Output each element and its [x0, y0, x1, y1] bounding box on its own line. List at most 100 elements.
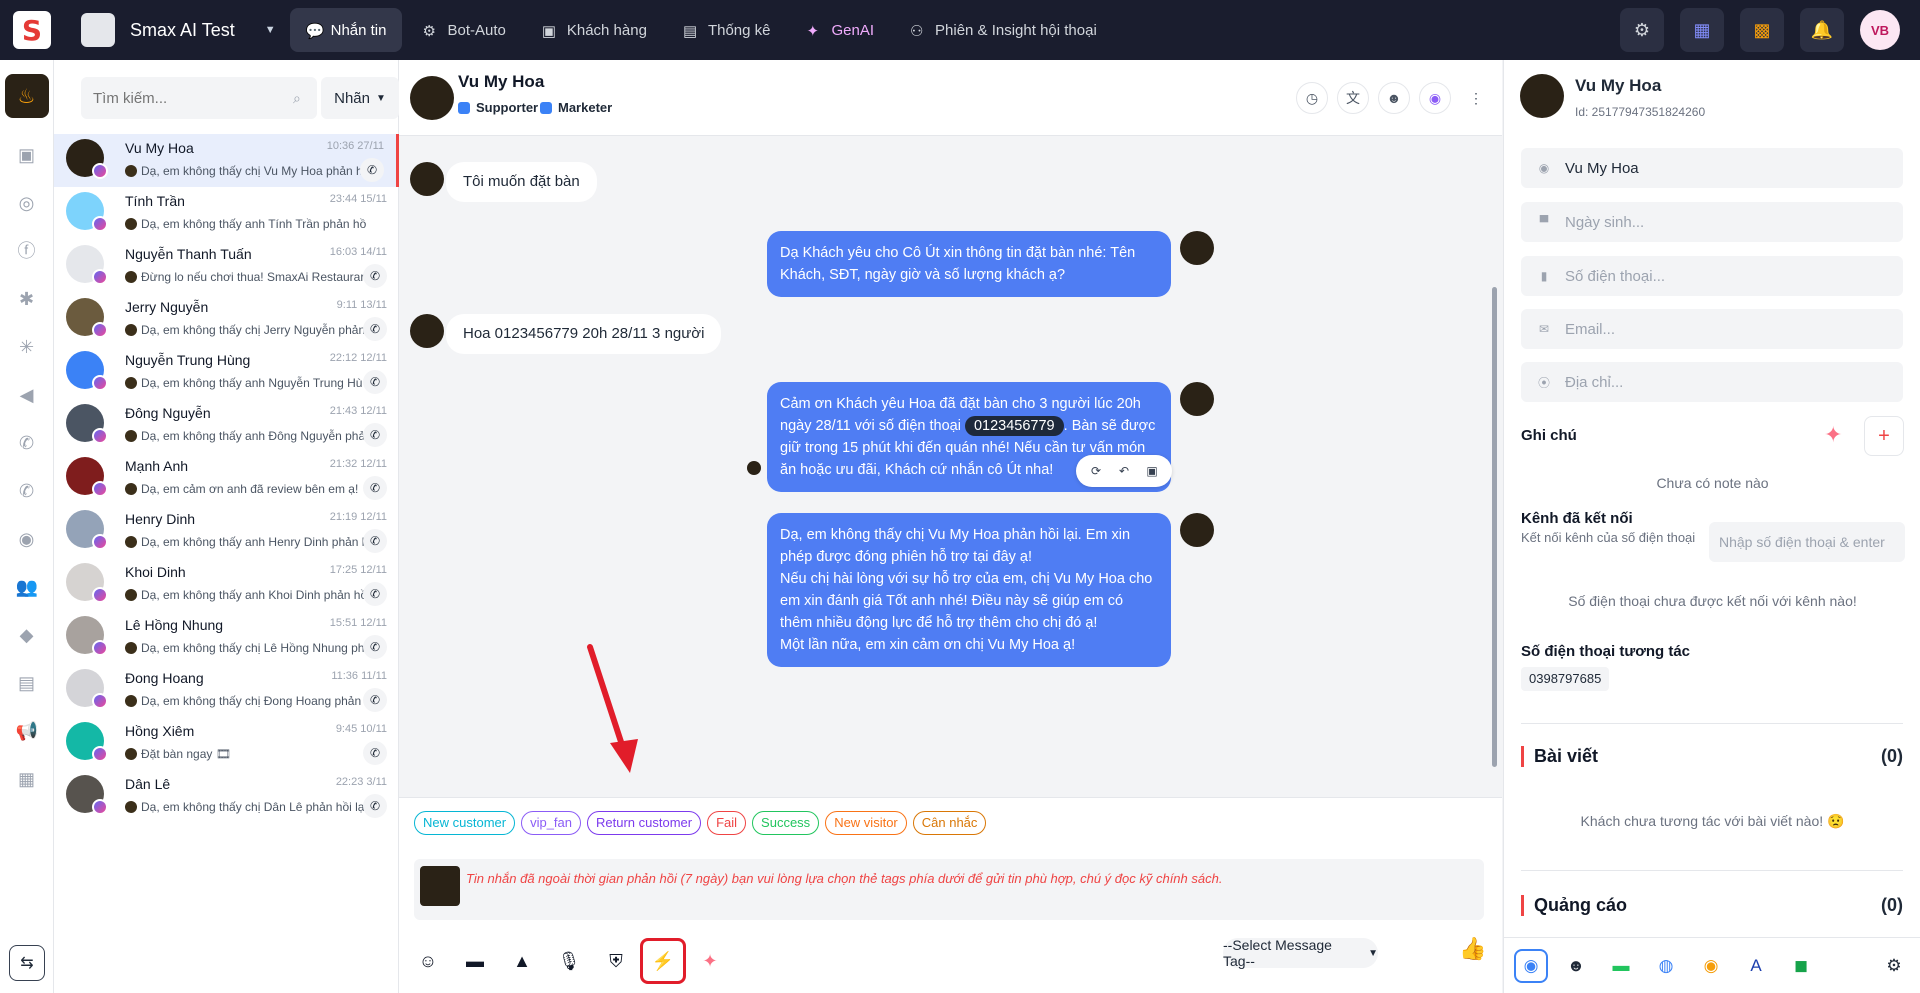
quick-tag[interactable]: Return customer: [587, 811, 702, 835]
call-button[interactable]: ✆: [363, 582, 387, 606]
conversation-item[interactable]: Lê Hồng Nhung 15:51 12/11 Dạ, em không thấ…: [54, 611, 399, 664]
workspace-switch-button[interactable]: ⇆: [9, 945, 45, 981]
image-button[interactable]: ▲: [503, 942, 541, 980]
tag-icon[interactable]: ◆: [16, 624, 38, 646]
call-button[interactable]: ✆: [363, 794, 387, 818]
message-input[interactable]: Tin nhắn đã ngoài thời gian phản hồi (7 …: [414, 859, 1484, 920]
call-button[interactable]: ✆: [363, 741, 387, 765]
tab-ai-bot[interactable]: ◍: [1649, 949, 1683, 983]
flash-button[interactable]: ⚡: [640, 938, 686, 984]
voice-button[interactable]: 🎙: [550, 942, 588, 980]
notifications-button[interactable]: 🔔: [1800, 8, 1844, 52]
quick-reply-button[interactable]: ▬: [456, 942, 494, 980]
call-button[interactable]: ✆: [363, 635, 387, 659]
bot-toggle-button[interactable]: ☻: [1378, 82, 1410, 114]
conversation-item[interactable]: Nguyễn Trung Hùng 22:12 12/11 Dạ, em không…: [54, 346, 399, 399]
translate-button[interactable]: 文: [1337, 82, 1369, 114]
ai-assist-button[interactable]: ✦: [691, 942, 729, 980]
eye-icon[interactable]: ◉: [16, 528, 38, 550]
conversation-item[interactable]: Tính Trần 23:44 15/11 Dạ, em không thấy an…: [54, 187, 399, 240]
conversation-item[interactable]: Nguyễn Thanh Tuấn 16:03 14/11 Đừng lo nếu …: [54, 240, 399, 293]
label-filter-button[interactable]: Nhãn ▼: [321, 77, 399, 119]
conversation-item[interactable]: Khoi Dinh 17:25 12/11 Dạ, em không thấy an…: [54, 558, 399, 611]
call-button[interactable]: ✆: [363, 264, 387, 288]
document-icon[interactable]: ▤: [16, 672, 38, 694]
broadcast-icon[interactable]: ◀: [16, 384, 38, 406]
user-avatar[interactable]: VB: [1860, 10, 1900, 50]
call-button[interactable]: ✆: [363, 423, 387, 447]
nav-insight[interactable]: ⚇ Phiên & Insight hội thoại: [894, 8, 1113, 52]
phone-value[interactable]: 0398797685: [1521, 667, 1610, 691]
conversation-item[interactable]: Đong Hoang 11:36 11/11 Dạ, em không thấy c…: [54, 664, 399, 717]
bot-icon[interactable]: ▣: [16, 144, 38, 166]
facebook-icon[interactable]: ⓕ: [16, 240, 38, 262]
conversation-item[interactable]: Jerry Nguyễn 9:11 13/11 Dạ, em không thấy …: [54, 293, 399, 346]
ai-icon[interactable]: ✱: [16, 288, 38, 310]
megaphone-icon[interactable]: 📢: [16, 720, 38, 742]
more-button[interactable]: ⋮: [1460, 82, 1492, 114]
address-field[interactable]: ⦿ Địa chỉ...: [1521, 362, 1903, 402]
call-button[interactable]: ✆: [363, 529, 387, 553]
conversation-item[interactable]: Đông Nguyễn 21:43 12/11 Dạ, em không thấy …: [54, 399, 399, 452]
search-input[interactable]: [93, 89, 293, 107]
message-tag-select[interactable]: --Select Message Tag-- ▼: [1223, 937, 1378, 969]
tab-bot[interactable]: ☻: [1559, 949, 1593, 983]
quick-tag[interactable]: Success: [752, 811, 820, 835]
users-icon[interactable]: 👥: [16, 576, 38, 598]
tag-supporter[interactable]: Supporter: [458, 100, 538, 115]
phone-chip[interactable]: 0123456779: [964, 416, 1064, 436]
image-icon[interactable]: ▣: [1138, 459, 1166, 483]
panel-settings-button[interactable]: ⚙: [1877, 949, 1911, 983]
quick-tag[interactable]: Fail: [707, 811, 747, 835]
history-button[interactable]: ◷: [1296, 82, 1328, 114]
birthday-field[interactable]: ▀ Ngày sinh...: [1521, 202, 1903, 242]
call-button[interactable]: ✆: [363, 370, 387, 394]
channel-phone-input[interactable]: Nhập số điện thoại & enter: [1709, 522, 1905, 562]
phone-icon[interactable]: ✆: [16, 432, 38, 454]
tab-insight[interactable]: ◉: [1694, 949, 1728, 983]
email-field[interactable]: ✉ Email...: [1521, 309, 1903, 349]
shield-button[interactable]: ⛨: [597, 942, 635, 980]
quick-tag[interactable]: vip_fan: [521, 811, 581, 835]
messenger-icon[interactable]: ◎: [16, 192, 38, 214]
gift-button[interactable]: ▩: [1740, 8, 1784, 52]
like-button[interactable]: 👍: [1459, 936, 1486, 962]
nav-genai[interactable]: ✦ GenAI: [790, 8, 890, 52]
tag-marketer[interactable]: Marketer: [540, 100, 612, 115]
chevron-down-icon[interactable]: ▼: [265, 24, 276, 36]
emoji-button[interactable]: ☺: [409, 942, 447, 980]
reply-icon[interactable]: ↶: [1110, 459, 1138, 483]
chat-avatar[interactable]: [410, 76, 454, 120]
call-button[interactable]: ✆: [360, 158, 384, 182]
call-button[interactable]: ✆: [363, 317, 387, 341]
quick-tag[interactable]: Cân nhắc: [912, 811, 987, 835]
name-field[interactable]: ◉ Vu My Hoa: [1521, 148, 1903, 188]
refresh-icon[interactable]: ⟳: [1082, 459, 1110, 483]
messenger-button[interactable]: ◉: [1419, 82, 1451, 114]
tab-shopify[interactable]: ◼: [1784, 949, 1818, 983]
calendar-icon[interactable]: ▦: [16, 768, 38, 790]
conversation-item[interactable]: Dân Lê 22:23 3/11 Dạ, em không thấy chị Dâ…: [54, 770, 399, 823]
call-button[interactable]: ✆: [363, 476, 387, 500]
nav-bot-auto[interactable]: ⚙ Bot-Auto: [406, 8, 521, 52]
tab-chat[interactable]: ▬: [1604, 949, 1638, 983]
tab-app-a[interactable]: A: [1739, 949, 1773, 983]
conversation-item[interactable]: Hồng Xiêm 9:45 10/11 Đặt bàn ngay 🎞 ✆: [54, 717, 399, 770]
conversation-item[interactable]: Mạnh Anh 21:32 12/11 Dạ, em cảm ơn anh đã …: [54, 452, 399, 505]
add-note-button[interactable]: +: [1864, 416, 1904, 456]
asterisk-icon[interactable]: ✳: [16, 336, 38, 358]
call-button[interactable]: ✆: [363, 688, 387, 712]
search-box[interactable]: ⌕: [81, 77, 317, 119]
phone-settings-icon[interactable]: ✆: [16, 480, 38, 502]
nav-statistics[interactable]: ▤ Thống kê: [667, 8, 787, 52]
page-logo[interactable]: ♨: [4, 74, 49, 118]
phone-field[interactable]: ▮ Số điện thoại...: [1521, 256, 1903, 296]
conversation-item[interactable]: Vu My Hoa 10:36 27/11 Dạ, em không thấy ch…: [54, 134, 399, 187]
apps-button[interactable]: ▦: [1680, 8, 1724, 52]
ai-notes-button[interactable]: ✦: [1824, 422, 1842, 448]
workspace-name[interactable]: Smax AI Test: [130, 20, 235, 41]
scrollbar[interactable]: [1492, 287, 1497, 767]
nav-messages[interactable]: 💬 Nhắn tin: [289, 8, 403, 52]
conversation-item[interactable]: Henry Dinh 21:19 12/11 Dạ, em không thấy a…: [54, 505, 399, 558]
tab-profile[interactable]: ◉: [1514, 948, 1548, 983]
